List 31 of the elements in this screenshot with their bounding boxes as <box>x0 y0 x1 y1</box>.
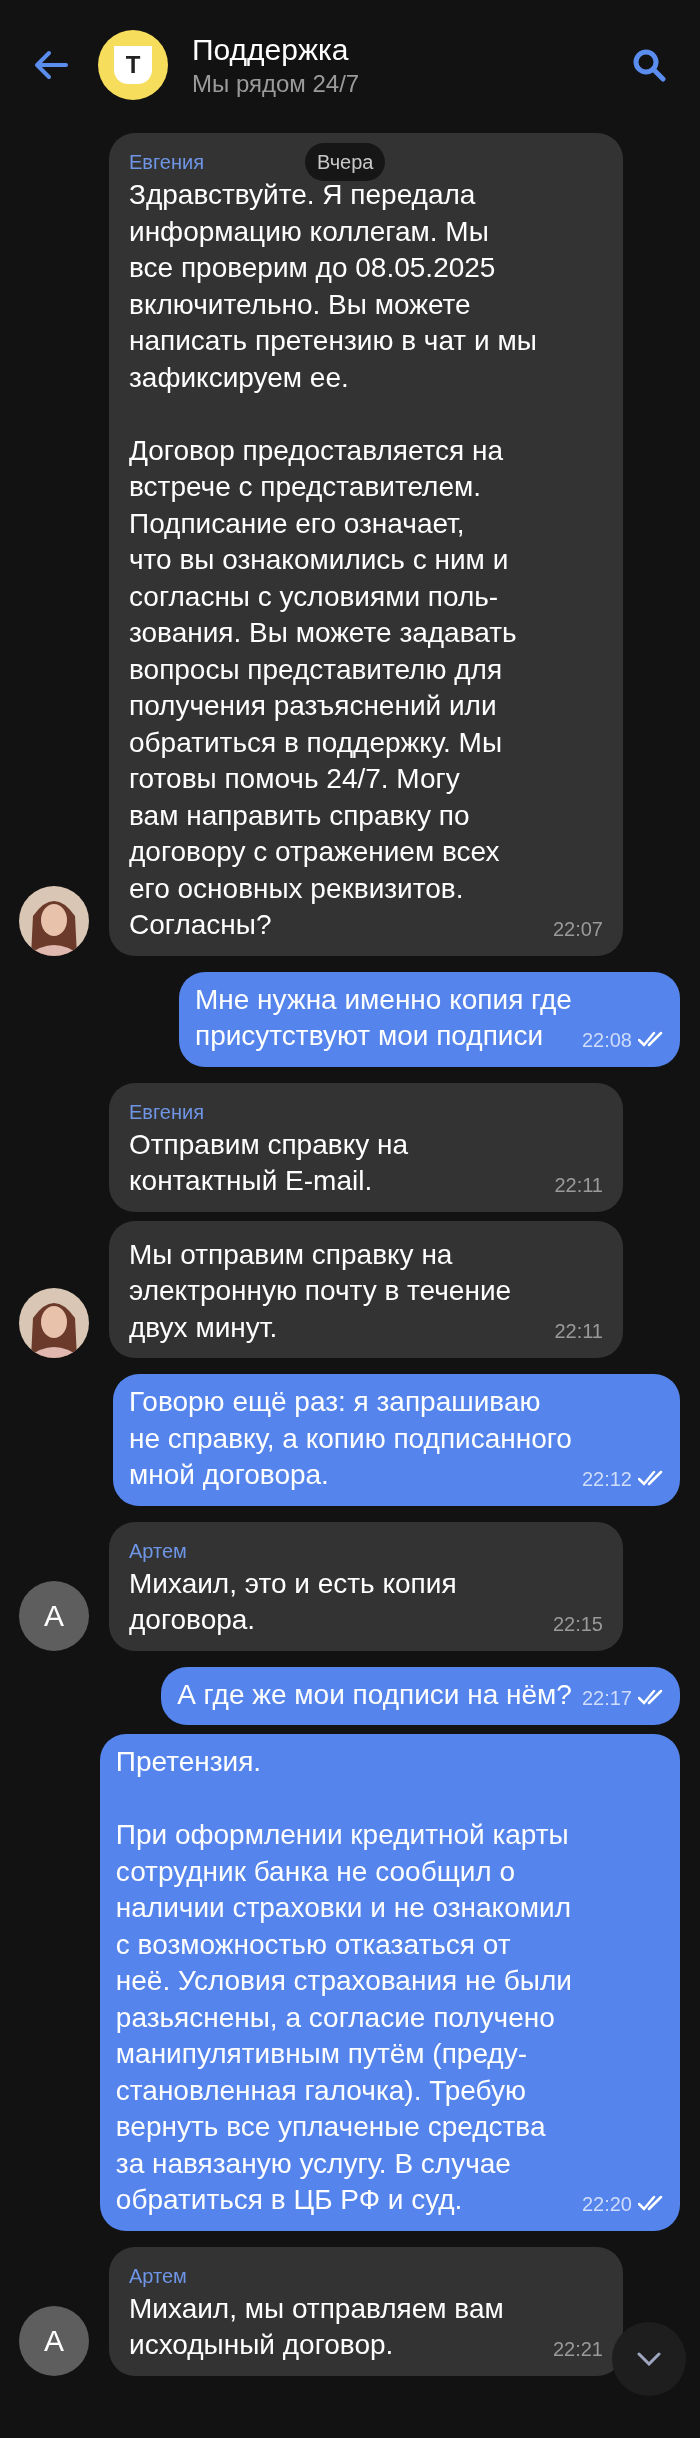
message-text: Михаил, это и есть копия договора. <box>129 1566 457 1637</box>
date-badge: Вчера <box>305 143 386 181</box>
message-text: А где же мои подписи на нём? <box>177 1677 572 1712</box>
back-arrow-icon[interactable] <box>34 50 68 80</box>
message-text: Михаил, мы отправляем вам исходыный договор. <box>129 2291 504 2362</box>
message-time: 22:11 <box>554 1319 603 1344</box>
bank-logo: Т <box>98 30 168 100</box>
message-text: Мы отправим справку на электронную почту в течение двух минут. <box>129 1237 512 1345</box>
sender-name: Артем <box>129 2263 187 2289</box>
sender-name: Артем <box>129 1538 187 1564</box>
avatar: А <box>19 2305 89 2376</box>
message-text: Отправим справку на контактный E-mail. <box>129 1127 408 1198</box>
chevron-down-icon <box>637 2352 661 2366</box>
message-time: 22:17 <box>581 1686 632 1711</box>
avatar: А <box>19 1580 89 1651</box>
message-time: 22:21 <box>552 2336 603 2362</box>
message-text: Мне нужна именно копия где присутствуют мои подписи <box>195 982 572 1053</box>
chat-subtitle: Мы рядом 24/7 <box>192 69 361 99</box>
search-icon[interactable] <box>632 48 666 82</box>
chat-title: Поддержка <box>192 32 350 68</box>
message-time: 22:11 <box>554 1172 603 1198</box>
sender-name: Евгения <box>129 150 204 175</box>
message-time: 22:20 <box>581 2191 632 2217</box>
message-time: 22:08 <box>581 1027 632 1053</box>
sender-name: Евгения <box>129 1099 204 1125</box>
message-text: Здравствуйте. Я передала информацию коллегам. Мы все проверим до 08.05.2025 включительно. Вы можете написать претензию в чат и мы зафиксируем ее. Договор предоставляется на встрече с представителем. Подписание его означает, что вы ознакомились с ним и согласны с условиями поль- зования. Вы можете задавать вопросы представителю для получения разъяснений или обратиться в поддержку. Мы готовы помочь 24/7. Могу вам направить справку по договору с отражением всех его основных реквизитов. Согласны? <box>129 178 537 942</box>
message-time: 22:15 <box>552 1611 603 1637</box>
message-time: 22:12 <box>581 1466 632 1492</box>
message-text: Претензия. При оформлении кредитной карты сотрудник банка не сообщил о наличии страховки и не ознакомил с возможностью отказаться от неё. Условия страхования не были разьяснены, а согласие получено манипулятивным путём (преду- становленная галочка). Требую вернуть все уплаченые средства за навязаную услугу. В случае обратиться в ЦБ РФ и суд. <box>115 1745 572 2217</box>
message-time: 22:07 <box>552 916 603 942</box>
message-text: Говорю ещё раз: я запрашиваю не справку, а копию подписанного мной договора. <box>129 1385 572 1492</box>
